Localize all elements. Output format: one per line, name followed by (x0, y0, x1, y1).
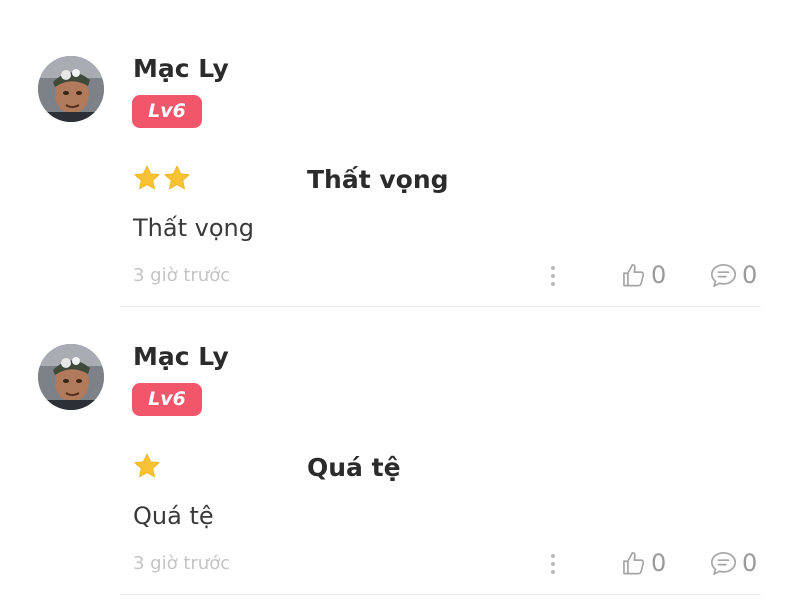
like-count: 0 (651, 549, 667, 577)
star-icon (164, 165, 190, 190)
level-badge: Lv6 (132, 383, 202, 416)
avatar[interactable] (38, 344, 104, 410)
more-vertical-icon (551, 554, 555, 558)
timestamp: 3 giờ trước (133, 553, 231, 574)
like-button[interactable]: 0 (620, 547, 666, 579)
review-title: Thất vọng (307, 165, 449, 194)
level-badge: Lv6 (132, 95, 202, 128)
thumbs-up-icon (623, 263, 645, 286)
thumbs-up-icon (623, 551, 645, 574)
comment-bubble-icon (710, 263, 737, 287)
review-body: Thất vọng (133, 214, 254, 242)
comment-bubble-icon (710, 551, 737, 575)
more-options-button[interactable] (543, 550, 563, 578)
avatar[interactable] (38, 56, 104, 122)
review-item: Mạc Ly Lv6 Thất vọng Thất vọng 3 giờ trư… (0, 0, 796, 307)
divider (120, 594, 761, 595)
more-vertical-icon (551, 266, 555, 270)
review-item: Mạc Ly Lv6 Quá tệ Quá tệ 3 giờ trước 0 0 (0, 288, 796, 595)
timestamp: 3 giờ trước (133, 265, 231, 286)
comment-button[interactable]: 0 (709, 259, 757, 291)
star-rating (133, 452, 161, 482)
avatar-photo-icon (38, 56, 104, 122)
review-list: Mạc Ly Lv6 Thất vọng Thất vọng 3 giờ trư… (0, 0, 796, 307)
username[interactable]: Mạc Ly (133, 52, 229, 86)
star-icon (134, 165, 160, 190)
star-icon (134, 453, 160, 478)
comment-count: 0 (742, 549, 758, 577)
review-title: Quá tệ (307, 453, 401, 482)
like-count: 0 (651, 261, 667, 289)
like-button[interactable]: 0 (620, 259, 666, 291)
avatar-photo-icon (38, 344, 104, 410)
star-rating (133, 164, 191, 194)
more-options-button[interactable] (543, 262, 563, 290)
review-body: Quá tệ (133, 502, 214, 530)
username[interactable]: Mạc Ly (133, 340, 229, 374)
comment-button[interactable]: 0 (709, 547, 757, 579)
comment-count: 0 (742, 261, 758, 289)
